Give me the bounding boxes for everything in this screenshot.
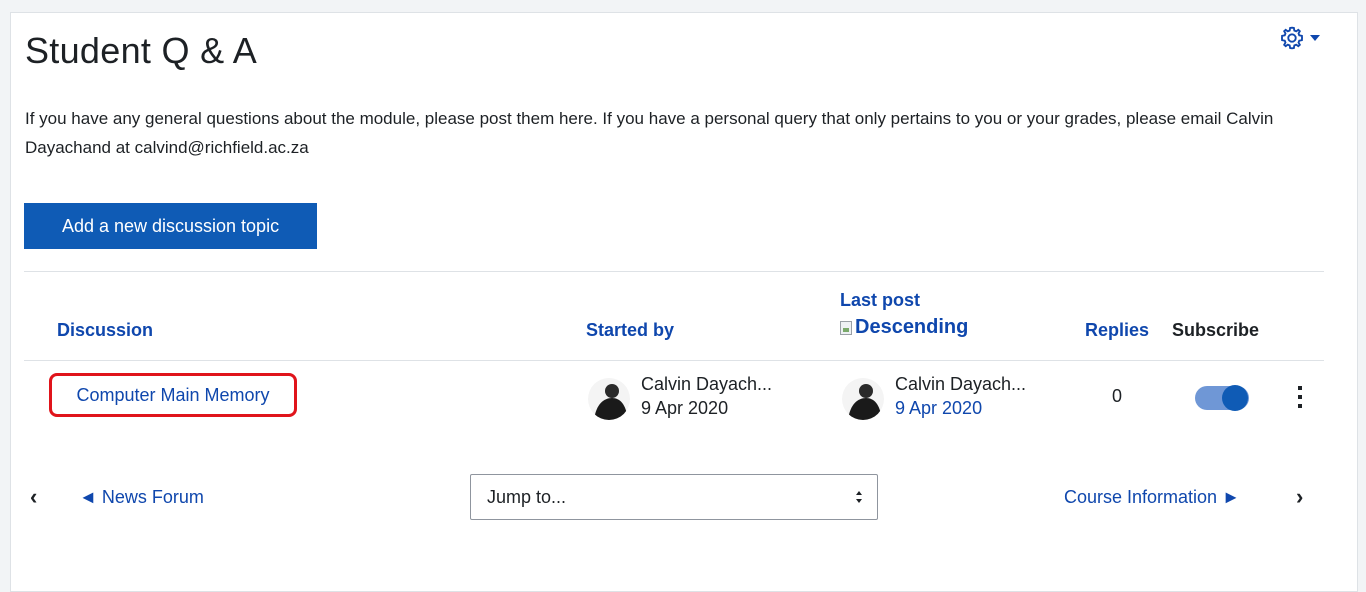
chevron-right-icon[interactable]: › [1296, 484, 1303, 510]
sort-descending-icon[interactable]: Descending [840, 316, 968, 339]
started-by-name[interactable]: Calvin Dayach... [641, 374, 772, 395]
settings-menu[interactable] [1278, 20, 1334, 56]
header-discussion[interactable]: Discussion [57, 320, 153, 341]
prev-activity-link[interactable]: ◄ News Forum [79, 487, 204, 508]
jump-to-value: Jump to... [487, 486, 567, 507]
chevron-left-icon[interactable]: ‹ [30, 484, 37, 510]
select-arrows-icon [856, 491, 862, 503]
last-post-name[interactable]: Calvin Dayach... [895, 374, 1026, 395]
divider [24, 271, 1324, 272]
replies-count[interactable]: 0 [1112, 386, 1122, 407]
header-last-post[interactable]: Last post [840, 290, 920, 311]
more-actions-icon[interactable] [1295, 386, 1305, 408]
avatar[interactable] [588, 378, 630, 420]
jump-to-select[interactable]: Jump to... [470, 474, 878, 520]
avatar[interactable] [842, 378, 884, 420]
page-title: Student Q & A [25, 30, 258, 71]
header-subscribe: Subscribe [1172, 320, 1260, 340]
broken-image-icon [840, 320, 852, 335]
sort-alt-text: Descending [855, 316, 969, 338]
add-discussion-button[interactable]: Add a new discussion topic [24, 203, 317, 249]
next-activity-link[interactable]: Course Information ► [1064, 487, 1240, 508]
started-date: 9 Apr 2020 [641, 398, 729, 418]
gear-icon [1278, 24, 1306, 52]
chevron-down-icon [1310, 35, 1320, 41]
header-divider [24, 360, 1324, 361]
toggle-knob [1222, 385, 1248, 411]
subscribe-toggle[interactable] [1195, 385, 1249, 411]
header-replies[interactable]: Replies [1085, 320, 1149, 341]
discussion-topic-link[interactable]: Computer Main Memory [49, 373, 297, 417]
header-started-by[interactable]: Started by [586, 320, 674, 341]
last-post-date-link[interactable]: 9 Apr 2020 [895, 398, 982, 419]
forum-intro: If you have any general questions about … [25, 109, 1274, 157]
